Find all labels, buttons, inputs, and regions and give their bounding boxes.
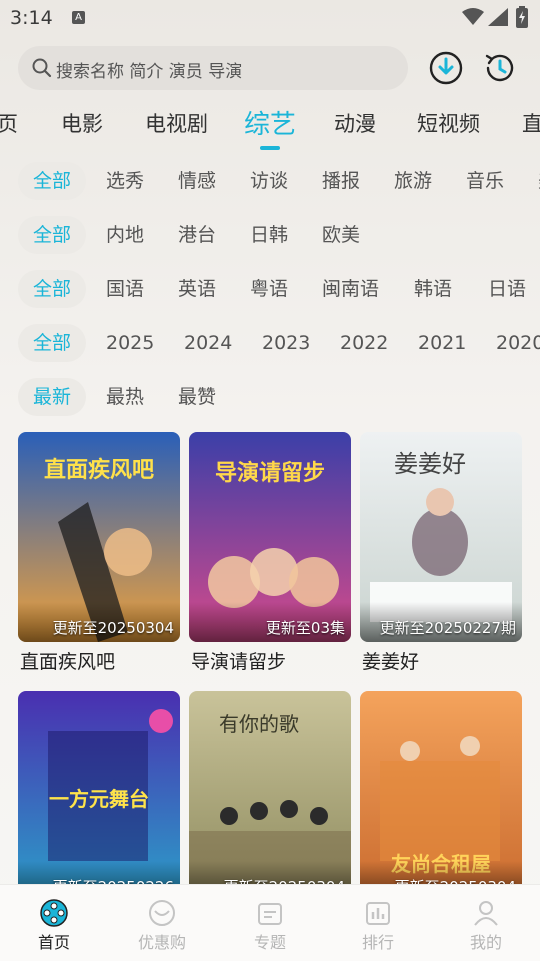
notification-icon: A xyxy=(72,11,85,24)
show-poster[interactable]: 一方元舞台 更新至20250226 xyxy=(18,691,180,901)
filter-year-2025[interactable]: 2025 xyxy=(106,324,154,362)
filter-year-2020[interactable]: 2020 xyxy=(496,324,540,362)
filter-row-language: 全部 国语 英语 粤语 闽南语 韩语 日语 xyxy=(0,270,540,310)
show-title[interactable]: 直面疾风吧 xyxy=(20,647,115,674)
show-title[interactable]: 姜姜好 xyxy=(362,647,419,674)
filter-lang-english[interactable]: 英语 xyxy=(178,270,216,308)
sort-latest[interactable]: 最新 xyxy=(18,378,87,416)
filter-year-2023[interactable]: 2023 xyxy=(262,324,310,362)
category-tabs: 页 电影 电视剧 综艺 动漫 短视频 直 xyxy=(0,100,540,150)
filter-type-news[interactable]: 播报 xyxy=(322,162,360,200)
ranking-icon xyxy=(366,902,390,925)
nav-label: 排行 xyxy=(361,933,394,952)
filter-lang-korean[interactable]: 韩语 xyxy=(414,270,452,308)
filter-year-all[interactable]: 全部 xyxy=(18,324,87,362)
filter-type-talent[interactable]: 选秀 xyxy=(106,162,144,200)
filter-row-year: 全部 2025 2024 2023 2022 2021 2020 xyxy=(0,324,540,364)
tab-anime[interactable]: 动漫 xyxy=(334,108,376,138)
nav-ranking[interactable]: 排行 xyxy=(324,885,432,961)
profile-icon xyxy=(474,901,498,926)
active-tab-indicator xyxy=(260,146,280,150)
filter-type-travel[interactable]: 旅游 xyxy=(394,162,432,200)
filter-row-type: 全部 选秀 情感 访谈 播报 旅游 音乐 美 xyxy=(0,162,540,202)
filter-year-2022[interactable]: 2022 xyxy=(340,324,388,362)
show-poster[interactable]: 姜姜好 更新至20250227期 xyxy=(360,432,522,642)
filter-lang-mandarin[interactable]: 国语 xyxy=(106,270,144,308)
show-title[interactable]: 导演请留步 xyxy=(191,647,286,674)
signal-icon xyxy=(488,8,508,26)
show-poster[interactable]: 友尚合租屋 更新至20250304 xyxy=(360,691,522,901)
filter-region-jpkr[interactable]: 日韩 xyxy=(250,216,288,254)
nav-topics[interactable]: 专题 xyxy=(216,885,324,961)
filter-region-hktw[interactable]: 港台 xyxy=(178,216,216,254)
filter-region-western[interactable]: 欧美 xyxy=(322,216,360,254)
nav-home[interactable]: 首页 xyxy=(0,885,108,961)
tab-home-partial[interactable]: 页 xyxy=(0,108,18,138)
show-poster[interactable]: 有你的歌 更新至20250304 xyxy=(189,691,351,901)
update-badge: 更新至20250227期 xyxy=(379,619,516,637)
tab-short-video[interactable]: 短视频 xyxy=(417,108,480,138)
sort-most-liked[interactable]: 最赞 xyxy=(178,378,216,416)
search-icon xyxy=(32,58,52,78)
film-reel-icon xyxy=(40,899,68,927)
bottom-nav: 首页 优惠购 专题 排行 我的 xyxy=(0,884,540,961)
topic-icon xyxy=(258,903,282,925)
tab-live-partial[interactable]: 直 xyxy=(522,108,540,138)
nav-label: 优惠购 xyxy=(137,933,186,952)
nav-profile[interactable]: 我的 xyxy=(432,885,540,961)
filter-type-all[interactable]: 全部 xyxy=(18,162,87,200)
update-badge: 更新至20250304 xyxy=(52,619,174,637)
filter-lang-all[interactable]: 全部 xyxy=(18,270,87,308)
svg-text:导演请留步: 导演请留步 xyxy=(215,460,325,486)
nav-label: 我的 xyxy=(469,933,502,952)
search-input[interactable]: 搜索名称 简介 演员 导演 xyxy=(18,46,408,90)
filter-region-all[interactable]: 全部 xyxy=(18,216,87,254)
filter-type-romance[interactable]: 情感 xyxy=(178,162,216,200)
filter-year-2021[interactable]: 2021 xyxy=(418,324,466,362)
wifi-icon xyxy=(462,8,484,25)
status-bar: 3:14 A xyxy=(0,0,540,36)
filter-row-sort: 最新 最热 最赞 xyxy=(0,378,540,418)
tab-tv-series[interactable]: 电视剧 xyxy=(145,108,208,138)
status-time: 3:14 xyxy=(10,7,53,29)
nav-label: 专题 xyxy=(253,933,286,952)
tab-variety[interactable]: 综艺 xyxy=(244,104,296,141)
history-icon[interactable] xyxy=(482,50,518,86)
filter-lang-japanese[interactable]: 日语 xyxy=(488,270,526,308)
filter-type-music[interactable]: 音乐 xyxy=(466,162,504,200)
show-poster[interactable]: 直面疾风吧 更新至20250304 xyxy=(18,432,180,642)
tab-movies[interactable]: 电影 xyxy=(61,108,103,138)
filter-lang-cantonese[interactable]: 粤语 xyxy=(250,270,288,308)
sort-hottest[interactable]: 最热 xyxy=(106,378,144,416)
update-badge: 更新至03集 xyxy=(265,619,345,637)
show-poster[interactable]: 导演请留步 更新至03集 xyxy=(189,432,351,642)
filter-row-region: 全部 内地 港台 日韩 欧美 xyxy=(0,216,540,256)
nav-deals[interactable]: 优惠购 xyxy=(108,885,216,961)
svg-text:直面疾风吧: 直面疾风吧 xyxy=(44,457,154,483)
filter-year-2024[interactable]: 2024 xyxy=(184,324,232,362)
search-placeholder: 搜索名称 简介 演员 导演 xyxy=(56,62,243,82)
filter-region-mainland[interactable]: 内地 xyxy=(106,216,144,254)
filter-type-talk[interactable]: 访谈 xyxy=(250,162,288,200)
svg-text:一方元舞台: 一方元舞台 xyxy=(49,787,149,811)
battery-icon xyxy=(516,6,528,28)
svg-text:有你的歌: 有你的歌 xyxy=(219,712,299,736)
nav-label: 首页 xyxy=(37,933,70,952)
svg-text:姜姜好: 姜姜好 xyxy=(394,450,466,478)
filter-lang-hokkien[interactable]: 闽南语 xyxy=(322,270,379,308)
shopping-icon xyxy=(149,900,175,926)
download-icon[interactable] xyxy=(428,50,464,86)
